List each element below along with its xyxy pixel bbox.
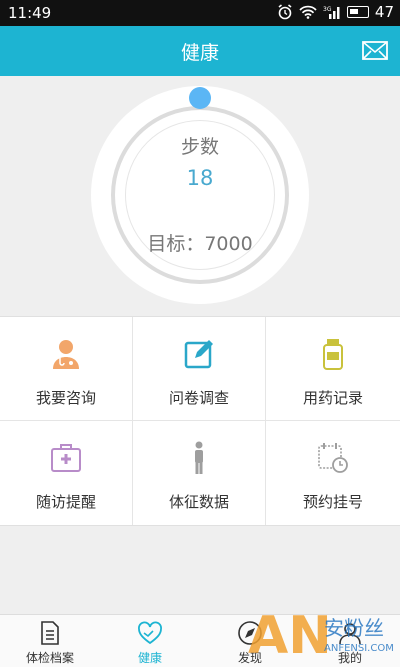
cell-label: 问卷调查 [168, 389, 229, 407]
cell-label: 我要咨询 [35, 389, 96, 407]
progress-knob [189, 87, 211, 109]
tab-health[interactable]: 健康 [100, 615, 200, 667]
steps-value: 18 [186, 166, 214, 190]
cell-label: 随访提醒 [35, 493, 96, 511]
followup-reminder-button[interactable]: 随访提醒 [0, 421, 133, 525]
step-ring [91, 86, 309, 304]
medicine-bottle-icon [323, 339, 343, 370]
vital-signs-button[interactable]: 体征数据 [133, 421, 266, 525]
step-counter-panel: 步数 18 目标：7000 [0, 76, 400, 316]
status-time: 11:49 [8, 4, 52, 22]
tab-label: 我的 [337, 651, 362, 665]
status-bar: 11:49 3G 47 [0, 0, 400, 26]
cell-label: 体征数据 [168, 493, 229, 511]
medication-record-button[interactable]: 用药记录 [266, 317, 400, 421]
page-title: 健康 [180, 42, 219, 64]
steps-goal: 目标：7000 [147, 233, 253, 255]
document-icon [41, 621, 59, 645]
tab-mine[interactable]: 我的 [300, 615, 400, 667]
appointment-button[interactable]: 预约挂号 [266, 421, 400, 525]
wifi-icon [299, 5, 317, 19]
alarm-icon [278, 4, 292, 20]
feature-grid: 我要咨询 问卷调查 用药记录 随访提醒 体征数据 预约挂号 [0, 316, 400, 526]
tab-discover[interactable]: 发现 [200, 615, 300, 667]
medical-kit-icon [51, 444, 81, 472]
heart-hands-icon [138, 621, 162, 645]
tab-health-records[interactable]: 体检档案 [0, 615, 100, 667]
cell-label: 预约挂号 [302, 493, 363, 511]
user-icon [339, 623, 361, 645]
battery-level: 47 [374, 3, 394, 21]
consult-button[interactable]: 我要咨询 [0, 317, 133, 421]
compass-icon [238, 621, 262, 645]
survey-button[interactable]: 问卷调查 [133, 317, 266, 421]
tab-label: 体检档案 [25, 651, 74, 665]
app-header: 健康 [0, 26, 400, 76]
cell-label: 用药记录 [302, 389, 363, 407]
doctor-icon [53, 340, 79, 369]
status-icons: 3G 47 [277, 3, 394, 21]
signal-icon: 3G [323, 6, 340, 19]
signal-type-label: 3G [323, 6, 332, 13]
tab-label: 发现 [237, 651, 262, 665]
bottom-tab-bar: 体检档案 健康 发现 我的 [0, 614, 400, 667]
edit-icon [184, 340, 213, 369]
steps-label: 步数 [180, 136, 219, 158]
battery-icon [346, 6, 369, 18]
mail-button[interactable] [362, 40, 388, 62]
mail-icon [362, 41, 388, 60]
calendar-clock-icon [318, 443, 348, 473]
tab-label: 健康 [137, 651, 162, 665]
person-icon [195, 441, 203, 474]
